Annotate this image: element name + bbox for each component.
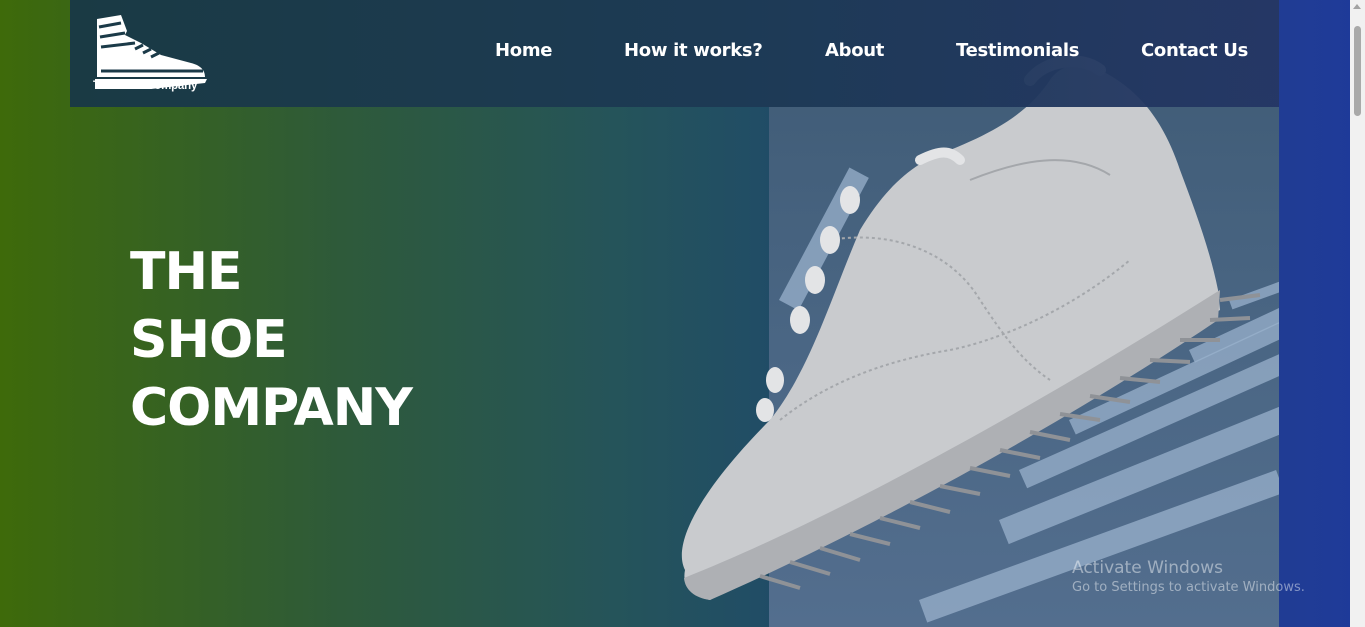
- hero-title: THE SHOE COMPANY: [130, 238, 413, 442]
- scroll-up-icon[interactable]: [1353, 4, 1361, 9]
- nav-testimonials[interactable]: Testimonials: [956, 40, 1079, 61]
- nav-contact-us[interactable]: Contact Us: [1141, 40, 1248, 61]
- nav-how-it-works[interactable]: How it works?: [624, 40, 763, 61]
- watermark-title: Activate Windows: [1072, 558, 1223, 578]
- page-content: The Shoe Company Home How it works? Abou…: [70, 0, 1279, 627]
- nav-home[interactable]: Home: [495, 40, 553, 61]
- hero-title-line: SHOE: [130, 310, 288, 370]
- brand-name[interactable]: The Shoe Company: [93, 80, 197, 92]
- nav-about[interactable]: About: [825, 40, 884, 61]
- vertical-scrollbar[interactable]: [1350, 0, 1365, 627]
- navbar: The Shoe Company Home How it works? Abou…: [70, 0, 1279, 107]
- hero-title-line: THE: [130, 242, 243, 302]
- scrollbar-thumb[interactable]: [1354, 26, 1361, 116]
- hero-title-line: COMPANY: [130, 378, 413, 438]
- windows-activation-watermark: Activate Windows Go to Settings to activ…: [1072, 558, 1305, 595]
- watermark-subtitle: Go to Settings to activate Windows.: [1072, 580, 1305, 595]
